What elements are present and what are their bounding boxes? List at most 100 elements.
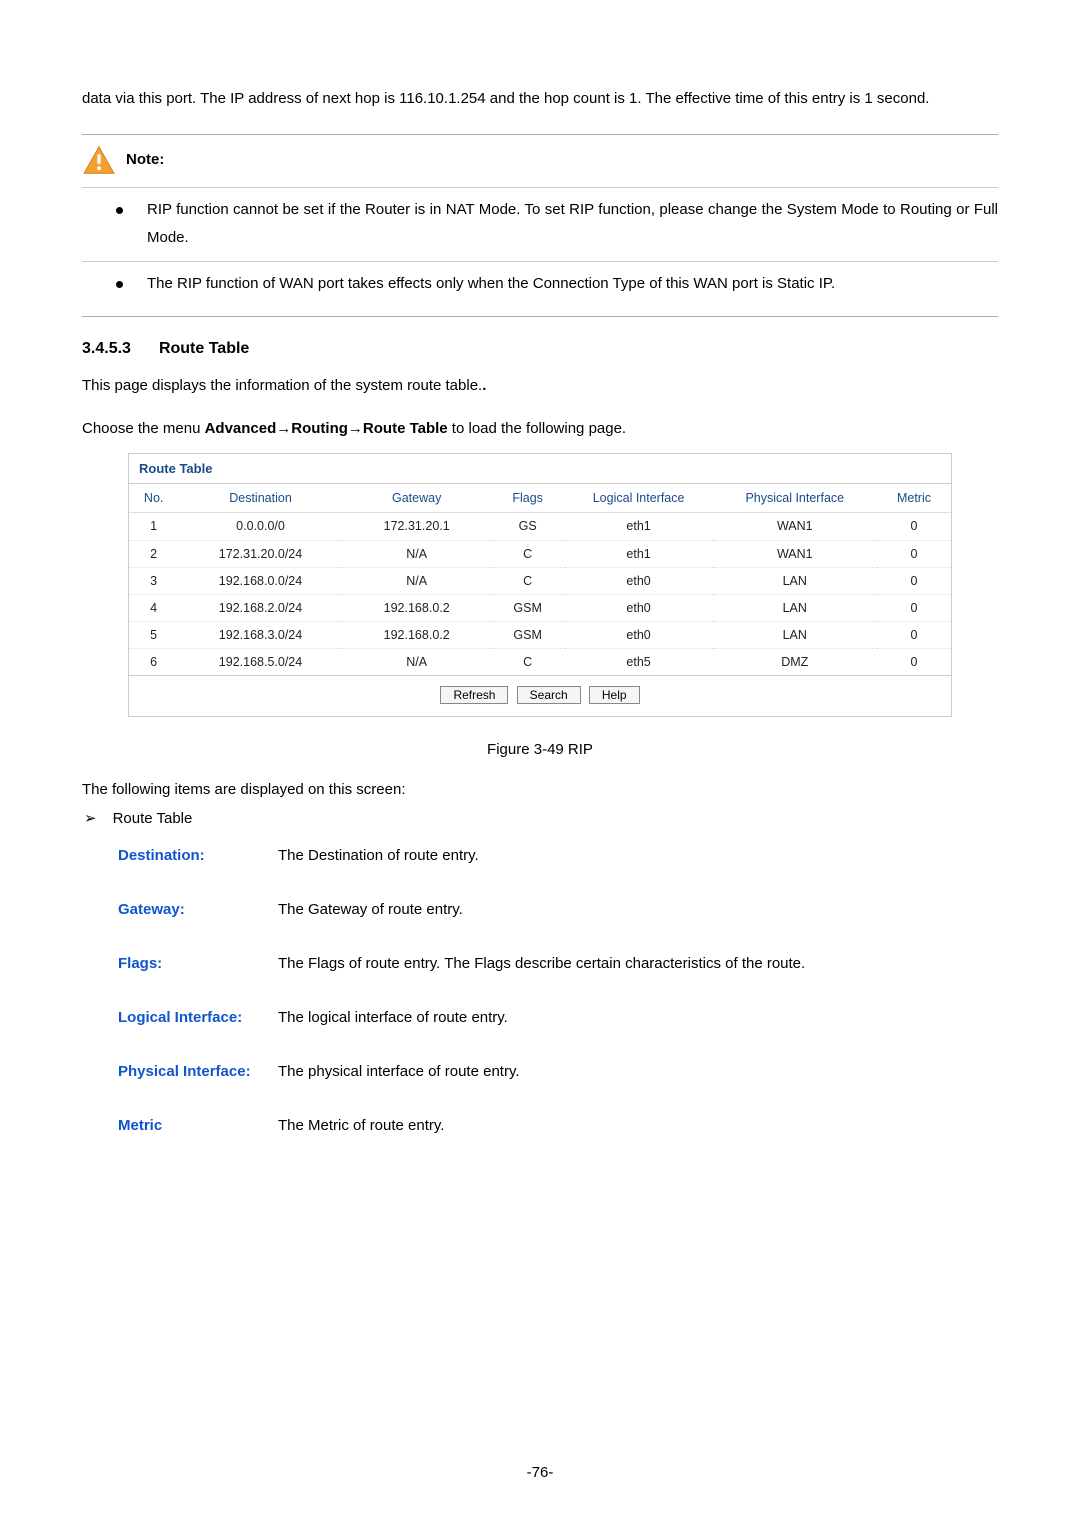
table-cell: 0 xyxy=(877,621,951,648)
body-paragraph: This page displays the information of th… xyxy=(82,372,998,401)
figure-caption: Figure 3-49 RIP xyxy=(82,739,998,761)
table-cell: DMZ xyxy=(713,649,877,676)
table-row: 4192.168.2.0/24192.168.0.2GSMeth0LAN0 xyxy=(129,594,951,621)
col-gateway: Gateway xyxy=(343,484,491,513)
table-cell: 0 xyxy=(877,513,951,540)
table-cell: eth0 xyxy=(565,594,713,621)
def-term: Flags: xyxy=(118,952,278,976)
table-cell: eth0 xyxy=(565,567,713,594)
note-box: Note: RIP function cannot be set if the … xyxy=(82,134,998,318)
def-logical-interface: Logical Interface: The logical interface… xyxy=(118,1006,998,1030)
table-cell: 192.168.2.0/24 xyxy=(178,594,342,621)
menu-prefix: Choose the menu xyxy=(82,420,205,437)
table-cell: 172.31.20.1 xyxy=(343,513,491,540)
col-flags: Flags xyxy=(491,484,565,513)
def-body: The Metric of route entry. xyxy=(278,1114,998,1138)
table-cell: 0 xyxy=(877,649,951,676)
intro-paragraph: data via this port. The IP address of ne… xyxy=(82,88,998,110)
route-table: No. Destination Gateway Flags Logical In… xyxy=(129,484,951,675)
note-item-text: RIP function cannot be set if the Router… xyxy=(147,196,998,253)
table-cell: 192.168.0.2 xyxy=(343,594,491,621)
table-cell: 4 xyxy=(129,594,178,621)
table-row: 3192.168.0.0/24N/ACeth0LAN0 xyxy=(129,567,951,594)
table-cell: C xyxy=(491,649,565,676)
table-cell: 0 xyxy=(877,594,951,621)
note-item: RIP function cannot be set if the Router… xyxy=(82,187,998,261)
table-cell: GSM xyxy=(491,594,565,621)
definition-list: Destination: The Destination of route en… xyxy=(82,844,998,1138)
route-table-label: Route Table xyxy=(113,810,193,827)
table-cell: 172.31.20.0/24 xyxy=(178,540,342,567)
route-table-buttons: Refresh Search Help xyxy=(129,675,951,716)
table-cell: LAN xyxy=(713,621,877,648)
table-row: 5192.168.3.0/24192.168.0.2GSMeth0LAN0 xyxy=(129,621,951,648)
col-no: No. xyxy=(129,484,178,513)
table-cell: C xyxy=(491,540,565,567)
table-cell: 192.168.5.0/24 xyxy=(178,649,342,676)
col-logical-interface: Logical Interface xyxy=(565,484,713,513)
note-header: Note: xyxy=(82,135,998,181)
def-metric: Metric The Metric of route entry. xyxy=(118,1114,998,1138)
bullet-icon xyxy=(116,281,123,288)
table-cell: 0 xyxy=(877,540,951,567)
table-cell: C xyxy=(491,567,565,594)
table-cell: WAN1 xyxy=(713,513,877,540)
page-number: -76- xyxy=(0,1464,1080,1481)
table-cell: eth0 xyxy=(565,621,713,648)
def-term: Logical Interface: xyxy=(118,1006,278,1030)
bullet-icon xyxy=(116,207,123,214)
search-button[interactable]: Search xyxy=(517,686,581,704)
section-title: Route Table xyxy=(159,340,249,357)
table-row: 6192.168.5.0/24N/ACeth5DMZ0 xyxy=(129,649,951,676)
col-metric: Metric xyxy=(877,484,951,513)
route-table-title: Route Table xyxy=(129,454,951,484)
def-body: The Gateway of route entry. xyxy=(278,898,998,922)
def-term: Destination: xyxy=(118,844,278,868)
def-gateway: Gateway: The Gateway of route entry. xyxy=(118,898,998,922)
table-cell: 6 xyxy=(129,649,178,676)
route-table-bullet: ➢ Route Table xyxy=(82,808,998,830)
menu-suffix: to load the following page. xyxy=(448,420,626,437)
table-cell: 192.168.0.2 xyxy=(343,621,491,648)
def-destination: Destination: The Destination of route en… xyxy=(118,844,998,868)
table-cell: GSM xyxy=(491,621,565,648)
help-button[interactable]: Help xyxy=(589,686,640,704)
table-cell: LAN xyxy=(713,567,877,594)
def-flags: Flags: The Flags of route entry. The Fla… xyxy=(118,952,998,976)
note-item: The RIP function of WAN port takes effec… xyxy=(82,261,998,307)
table-header-row: No. Destination Gateway Flags Logical In… xyxy=(129,484,951,513)
def-body: The logical interface of route entry. xyxy=(278,1006,998,1030)
menu-path: Advanced→Routing→Route Table xyxy=(205,420,448,437)
section-number: 3.4.5.3 xyxy=(82,340,131,357)
table-cell: GS xyxy=(491,513,565,540)
refresh-button[interactable]: Refresh xyxy=(440,686,508,704)
def-body: The Destination of route entry. xyxy=(278,844,998,868)
note-label: Note: xyxy=(126,149,164,171)
table-cell: 3 xyxy=(129,567,178,594)
note-item-text: The RIP function of WAN port takes effec… xyxy=(147,270,998,299)
table-cell: 0 xyxy=(877,567,951,594)
col-physical-interface: Physical Interface xyxy=(713,484,877,513)
menu-path-line: Choose the menu Advanced→Routing→Route T… xyxy=(82,415,998,444)
table-cell: eth5 xyxy=(565,649,713,676)
table-cell: 2 xyxy=(129,540,178,567)
table-cell: 192.168.0.0/24 xyxy=(178,567,342,594)
section-heading: 3.4.5.3 Route Table xyxy=(82,337,998,360)
table-cell: N/A xyxy=(343,540,491,567)
chevron-icon: ➢ xyxy=(84,810,97,827)
col-destination: Destination xyxy=(178,484,342,513)
table-cell: 1 xyxy=(129,513,178,540)
table-cell: WAN1 xyxy=(713,540,877,567)
table-cell: 0.0.0.0/0 xyxy=(178,513,342,540)
route-table-panel: Route Table No. Destination Gateway Flag… xyxy=(128,453,952,716)
table-row: 2172.31.20.0/24N/ACeth1WAN10 xyxy=(129,540,951,567)
warning-icon xyxy=(82,145,116,175)
table-row: 10.0.0.0/0172.31.20.1GSeth1WAN10 xyxy=(129,513,951,540)
def-term: Gateway: xyxy=(118,898,278,922)
table-cell: 5 xyxy=(129,621,178,648)
table-cell: N/A xyxy=(343,567,491,594)
display-intro: The following items are displayed on thi… xyxy=(82,779,998,801)
def-physical-interface: Physical Interface: The physical interfa… xyxy=(118,1060,998,1084)
def-body: The Flags of route entry. The Flags desc… xyxy=(278,952,998,976)
note-list: RIP function cannot be set if the Router… xyxy=(82,181,998,317)
